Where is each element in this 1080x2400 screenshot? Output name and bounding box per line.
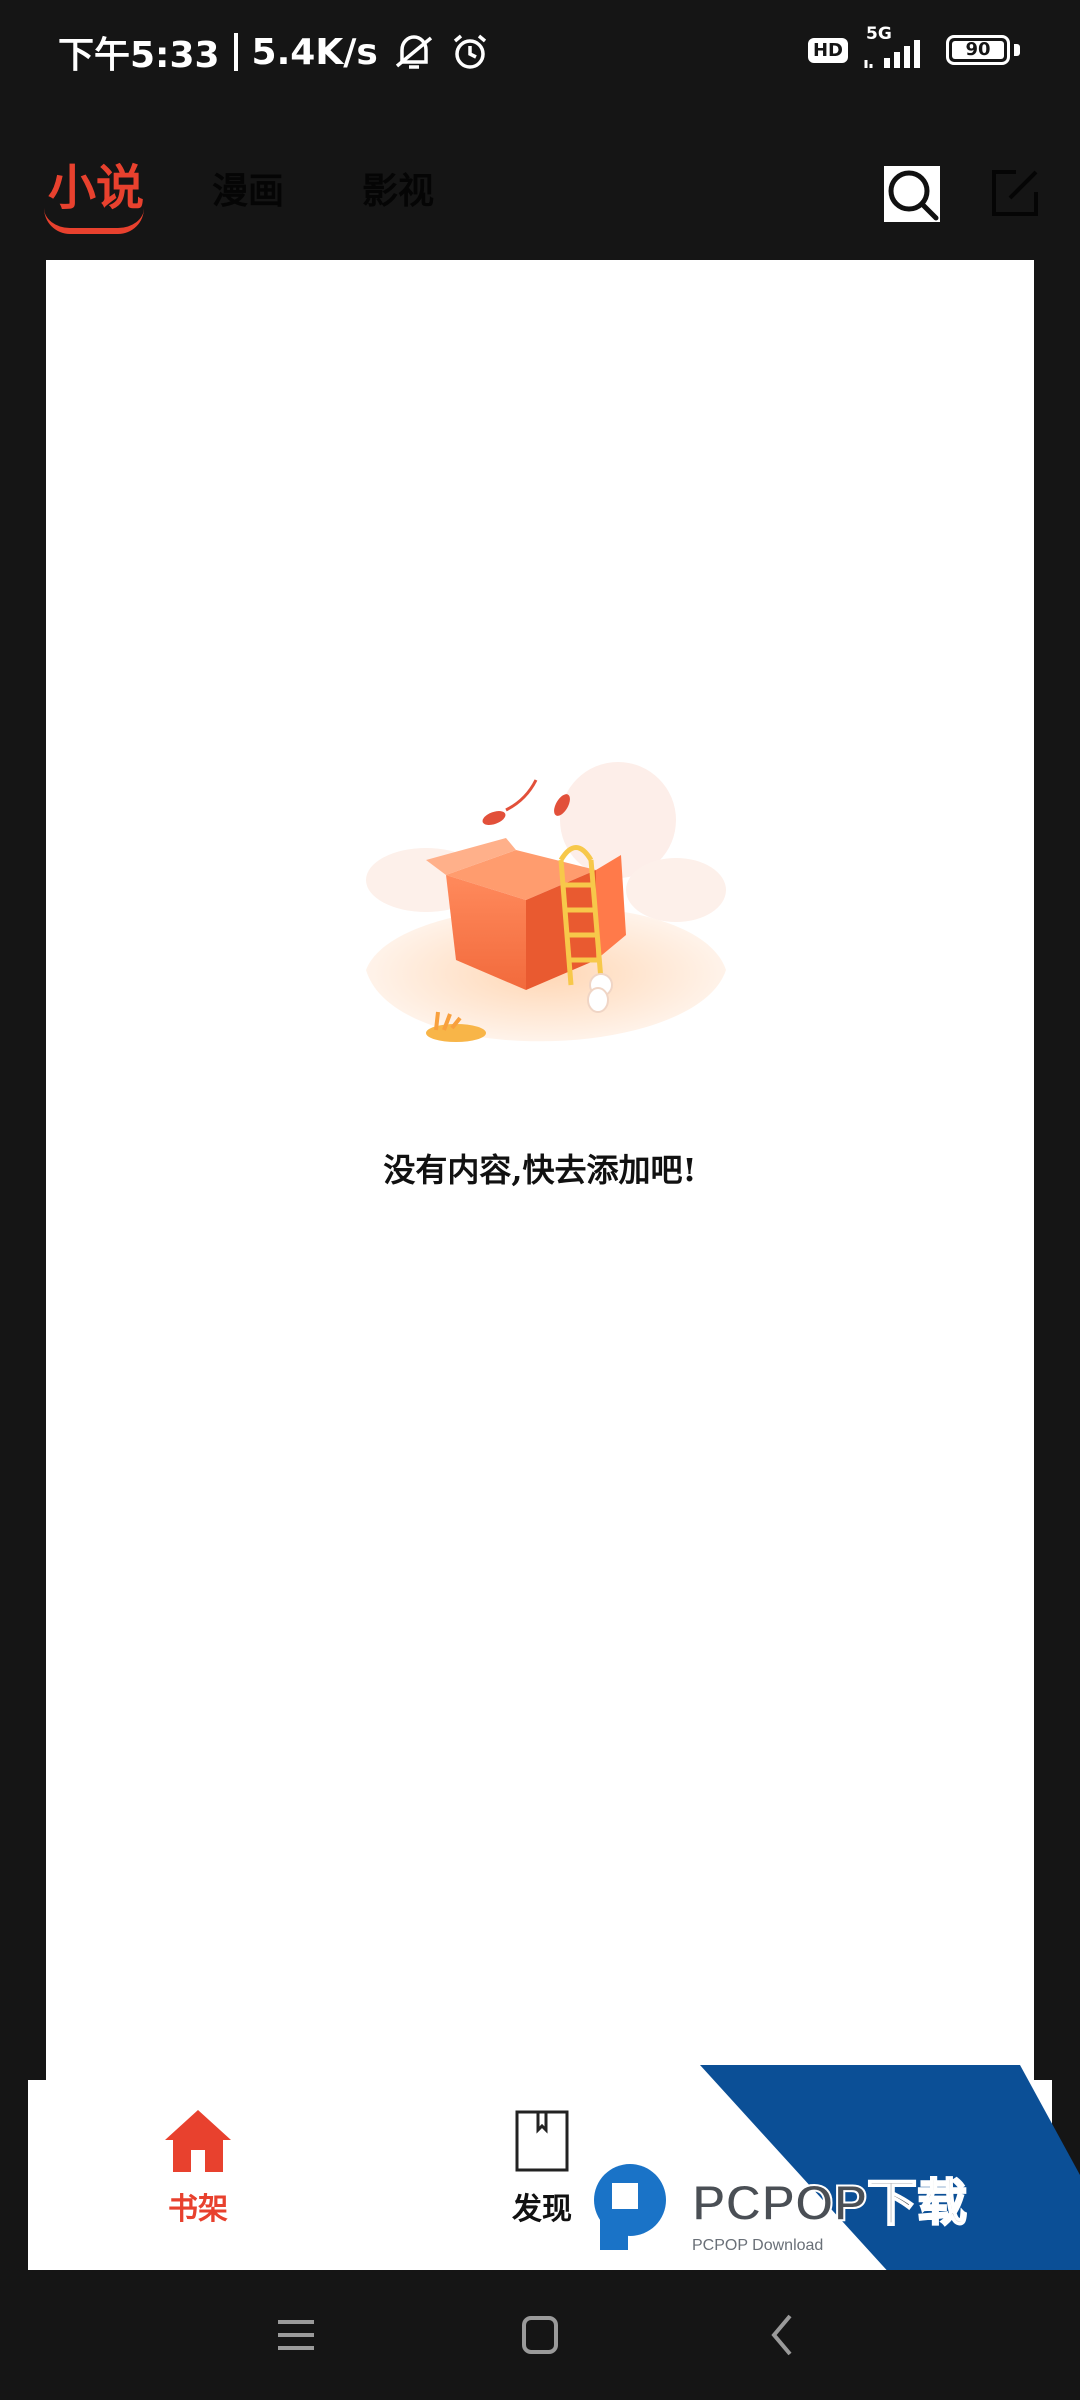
- edit-button[interactable]: [990, 168, 1040, 218]
- battery-level: 90: [965, 39, 991, 60]
- status-time: 下午5:33: [58, 35, 220, 76]
- search-button[interactable]: [884, 166, 940, 222]
- back-button[interactable]: [754, 2310, 814, 2360]
- back-arrow-icon: [771, 2314, 792, 2356]
- edit-icon: [992, 170, 1038, 216]
- mute-bell-icon: [395, 35, 432, 69]
- status-bar: 下午5:33 5.4K/s HD 5G 90: [0, 0, 1080, 100]
- nav-item-bookshelf[interactable]: 书架: [98, 2108, 298, 2228]
- watermark-sub: PCPOP Download: [692, 2237, 823, 2254]
- empty-box-illustration: [366, 762, 726, 1042]
- status-separator: [233, 33, 238, 71]
- system-nav-bar: [0, 2270, 1080, 2400]
- hd-badge: HD: [807, 37, 848, 63]
- watermark-brand: PCPOP下载: [692, 2175, 967, 2231]
- top-nav: 小说 漫画 影视: [0, 140, 1080, 250]
- nav-item-label: 书架: [168, 2192, 228, 2227]
- square-icon: [522, 2316, 558, 2354]
- home-icon: [165, 2110, 231, 2172]
- signal-indicator: 5G: [862, 24, 932, 70]
- tab-comic[interactable]: 漫画: [212, 162, 284, 214]
- menu-icon: [278, 2320, 314, 2350]
- tab-video[interactable]: 影视: [362, 162, 434, 214]
- active-tab-indicator: [44, 208, 144, 234]
- battery-tip: [1014, 44, 1020, 56]
- alarm-clock-icon: [453, 34, 486, 69]
- battery-icon: 90: [946, 35, 1010, 65]
- empty-message: 没有内容,快去添加吧!: [383, 1151, 697, 1189]
- app-screen: 下午5:33 5.4K/s HD 5G 90 小说 漫画 影视 没有内容,快去添…: [0, 0, 1080, 2400]
- search-icon: [888, 170, 939, 221]
- status-right: HD 5G 90: [807, 24, 1020, 70]
- recent-apps-button[interactable]: [266, 2310, 326, 2360]
- bookshelf-content: 没有内容,快去添加吧!: [46, 260, 1034, 2080]
- home-button[interactable]: [510, 2310, 570, 2360]
- signal-bars-icon: [864, 40, 920, 68]
- status-net-speed: 5.4K/s: [251, 31, 378, 73]
- status-left: 下午5:33 5.4K/s: [58, 26, 490, 78]
